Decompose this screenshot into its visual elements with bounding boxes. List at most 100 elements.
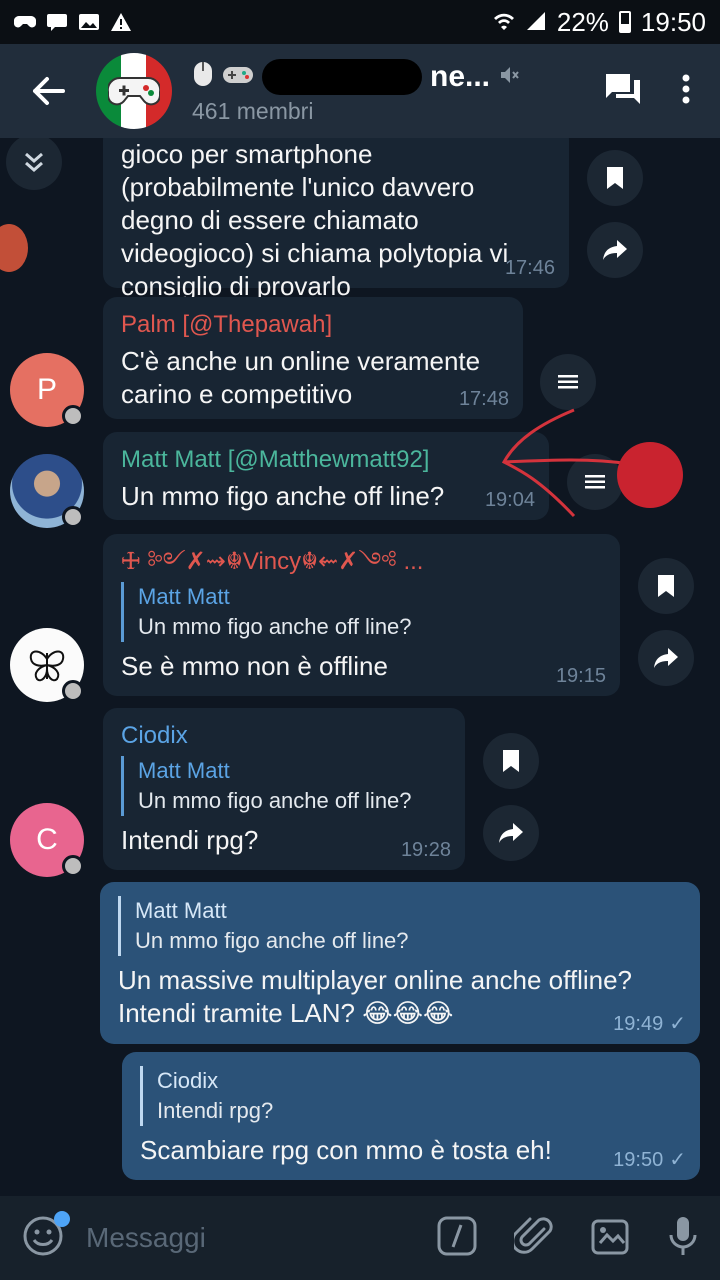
status-dot <box>62 405 84 427</box>
reply-quote[interactable]: Matt Matt Un mmo figo anche off line? <box>118 896 682 956</box>
share-message-button[interactable] <box>638 630 694 686</box>
message-time: 19:28 <box>400 839 451 861</box>
chat-title: ne... <box>192 58 604 96</box>
bookmark-icon <box>658 575 674 597</box>
chat-title-area[interactable]: ne... 461 membri <box>192 58 604 125</box>
outgoing-message-bubble[interactable]: Ciodix Intendi rpg? Scambiare rpg con mm… <box>122 1052 700 1180</box>
message-text: Se è mmo non è offline <box>121 651 388 681</box>
status-bar: 22% 19:50 <box>0 0 720 44</box>
avatar[interactable]: P <box>10 353 84 427</box>
save-message-button[interactable] <box>587 150 643 206</box>
chat-header: ne... 461 membri <box>0 44 720 138</box>
member-count: 461 membri <box>192 97 314 124</box>
microphone-icon <box>669 1216 697 1255</box>
reply-text: Un mmo figo anche off line? <box>138 788 412 813</box>
message-bubble[interactable]: gioco per smartphone (probabilmente l'un… <box>103 138 569 301</box>
check-icon: ✓ <box>669 1149 686 1171</box>
new-badge-dot <box>54 1210 70 1227</box>
battery-icon <box>618 11 631 33</box>
slash-command-icon <box>437 1216 477 1255</box>
warning-icon <box>110 12 132 32</box>
reply-quote[interactable]: Matt Matt Un mmo figo anche off line? <box>121 756 447 816</box>
sender-name[interactable]: 🜊 ༻✗⇝☬Vincy☬⇜✗༺ ... <box>121 546 602 578</box>
share-arrow-icon <box>499 823 523 843</box>
message-text: Scambiare rpg con mmo è tosta eh! <box>140 1135 552 1165</box>
redacted-title <box>262 58 422 95</box>
gamepad-icon <box>108 76 160 106</box>
status-dot <box>62 680 84 702</box>
composer: Messaggi <box>0 1196 720 1280</box>
attach-button[interactable] <box>511 1215 554 1262</box>
check-icon: ✓ <box>669 1013 686 1035</box>
clock: 19:50 <box>640 6 706 37</box>
message-time: 17:46 <box>504 257 555 279</box>
discussion-button[interactable] <box>604 72 642 111</box>
message-text: Un massive multiplayer online anche offl… <box>118 965 633 1028</box>
butterfly-icon <box>29 650 65 682</box>
reply-text: Un mmo figo anche off line? <box>138 614 412 639</box>
bookmark-icon <box>607 167 623 189</box>
sender-name[interactable]: Palm [@Thepawah] <box>121 309 505 341</box>
bookmark-icon <box>503 750 519 772</box>
reply-text: Intendi rpg? <box>157 1098 274 1123</box>
avatar-photo[interactable] <box>10 454 84 528</box>
voice-button[interactable] <box>668 1215 698 1262</box>
message-bubble[interactable]: Palm [@Thepawah] C'è anche un online ver… <box>103 297 523 419</box>
sender-name[interactable]: Ciodix <box>121 720 447 752</box>
message-text: gioco per smartphone (probabilmente l'un… <box>121 139 509 301</box>
share-message-button[interactable] <box>483 805 539 861</box>
partial-avatar[interactable] <box>0 224 28 272</box>
message-text: Un mmo figo anche off line? <box>121 481 445 511</box>
message-time: 19:50 ✓ <box>613 1149 686 1171</box>
group-avatar[interactable] <box>96 53 172 129</box>
save-message-button[interactable] <box>638 558 694 614</box>
message-list[interactable]: gioco per smartphone (probabilmente l'un… <box>0 138 720 1196</box>
double-chevron-down-icon <box>25 152 43 172</box>
image-icon <box>78 12 100 32</box>
save-message-button[interactable] <box>483 733 539 789</box>
commands-button[interactable] <box>436 1215 478 1262</box>
avatar-letter: P <box>36 373 57 406</box>
reply-author: Matt Matt <box>135 898 227 923</box>
message-time: 19:49 ✓ <box>613 1013 686 1035</box>
outgoing-message-bubble[interactable]: Matt Matt Un mmo figo anche off line? Un… <box>100 882 700 1044</box>
battery-percent: 22% <box>556 6 609 37</box>
chat-notification-icon <box>46 12 68 32</box>
sticker-icon <box>591 1219 629 1254</box>
reply-author: Matt Matt <box>138 584 230 609</box>
menu-lines-icon <box>558 375 578 389</box>
message-input[interactable]: Messaggi <box>86 1222 436 1254</box>
status-dot <box>62 506 84 528</box>
share-message-button[interactable] <box>587 222 643 278</box>
signal-icon <box>525 7 547 38</box>
avatar-butterfly[interactable] <box>10 628 84 702</box>
share-arrow-icon <box>654 648 678 668</box>
message-bubble[interactable]: Matt Matt [@Matthewmatt92] Un mmo figo a… <box>103 432 549 520</box>
message-bubble[interactable]: Ciodix Matt Matt Un mmo figo anche off l… <box>103 708 465 870</box>
status-dot <box>62 855 84 877</box>
back-button[interactable] <box>0 44 96 138</box>
emoji-button[interactable] <box>22 1210 70 1262</box>
sender-name[interactable]: Matt Matt [@Matthewmatt92] <box>121 444 531 476</box>
game-controller-icon <box>14 12 36 32</box>
reply-quote[interactable]: Matt Matt Un mmo figo anche off line? <box>121 582 602 642</box>
muted-icon <box>498 60 520 94</box>
message-menu-button[interactable] <box>540 354 596 410</box>
reply-quote[interactable]: Ciodix Intendi rpg? <box>140 1066 682 1126</box>
share-arrow-icon <box>603 240 627 260</box>
gamepad-emoji-icon <box>222 60 254 94</box>
wifi-icon <box>493 7 515 38</box>
message-bubble[interactable]: 🜊 ༻✗⇝☬Vincy☬⇜✗༺ ... Matt Matt Un mmo fig… <box>103 534 620 696</box>
scroll-down-button[interactable] <box>6 138 62 190</box>
mouse-icon <box>192 58 214 96</box>
red-dot-annotation <box>617 442 683 508</box>
reply-author: Matt Matt <box>138 758 230 783</box>
dots-vertical-icon <box>682 74 690 103</box>
sticker-button[interactable] <box>590 1215 632 1262</box>
avatar[interactable]: C <box>10 803 84 877</box>
more-menu-button[interactable] <box>682 74 690 109</box>
forum-icon <box>606 73 640 104</box>
paperclip-icon <box>511 1216 553 1254</box>
message-time: 19:15 <box>555 665 606 687</box>
message-text: Intendi rpg? <box>121 825 259 855</box>
